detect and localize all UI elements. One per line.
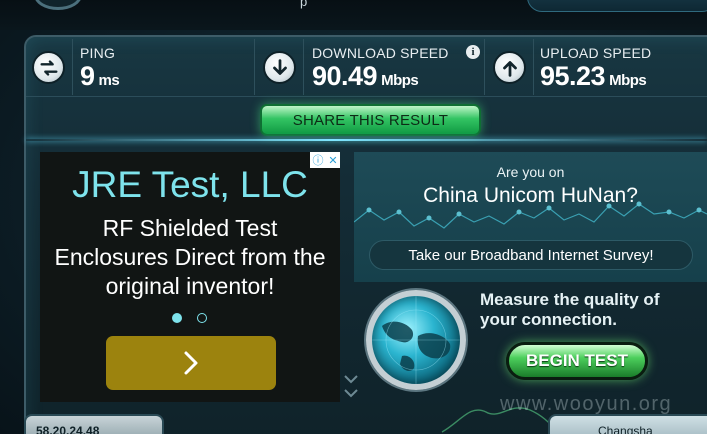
top-nav-pill[interactable] (527, 0, 707, 12)
isp-survey-panel: Are you on China Unicom HuNan? Take our … (354, 152, 707, 282)
survey-question-line1: Are you on (496, 164, 565, 180)
top-header-text: p (300, 0, 308, 9)
ad-body[interactable]: RF Shielded Test Enclosures Direct from … (50, 214, 330, 301)
ad-pagination (172, 312, 212, 324)
pagination-dot-active[interactable] (172, 313, 182, 323)
upload-value: 95.23 Mbps (540, 61, 647, 92)
top-strip: p (0, 0, 707, 30)
globe-icon (366, 290, 466, 390)
download-stat: DOWNLOAD SPEED i 90.49 Mbps (255, 37, 483, 97)
upload-number: 95.23 (540, 61, 606, 91)
share-result-button[interactable]: SHARE THIS RESULT (260, 104, 481, 136)
server-city: Changsha (598, 424, 653, 434)
ad-cta-button[interactable] (106, 336, 276, 390)
upload-label: UPLOAD SPEED (540, 45, 652, 61)
divider (533, 39, 534, 95)
info-icon[interactable]: i (466, 45, 480, 59)
watermark: www.wooyun.org (500, 393, 673, 415)
ping-label: PING (80, 45, 116, 61)
divider (303, 39, 304, 95)
ping-value: 9 ms (80, 61, 120, 92)
adchoices[interactable]: ⓘ ✕ (310, 152, 340, 168)
adchoices-info-icon[interactable]: ⓘ (312, 152, 323, 168)
upload-arrow-icon (493, 51, 526, 84)
adchoices-close-icon[interactable]: ✕ (328, 154, 337, 167)
download-unit: Mbps (381, 72, 419, 89)
ping-unit: ms (98, 72, 120, 89)
speedtest-logo[interactable] (34, 0, 82, 10)
ping-stat: PING 9 ms (26, 37, 254, 97)
download-arrow-icon (263, 51, 296, 84)
upload-unit: Mbps (609, 72, 647, 89)
advertisement[interactable]: JRE Test, LLC RF Shielded Test Enclosure… (40, 152, 340, 402)
take-survey-button[interactable]: Take our Broadband Internet Survey! (369, 240, 693, 270)
ad-title[interactable]: JRE Test, LLC (40, 164, 340, 206)
measure-quality-text: Measure the quality of your connection. (480, 290, 660, 329)
download-value: 90.49 Mbps (312, 61, 419, 92)
ip-address: 58.20.24.48 (36, 424, 100, 434)
glow-divider (26, 139, 707, 141)
pagination-dot[interactable] (197, 313, 207, 323)
ping-arrows-icon (32, 51, 65, 84)
download-label: DOWNLOAD SPEED (312, 45, 449, 61)
stats-row: PING 9 ms DOWNLOAD SPEED i 90.49 Mbps UPLO… (26, 37, 707, 97)
download-number: 90.49 (312, 61, 378, 91)
begin-test-button[interactable]: BEGIN TEST (506, 342, 648, 380)
divider (72, 39, 73, 95)
chevron-right-icon (184, 351, 198, 375)
measure-quality-panel: Measure the quality of your connection. … (354, 282, 707, 402)
ping-number: 9 (80, 61, 95, 91)
survey-question-isp: China Unicom HuNan? (423, 184, 638, 207)
upload-stat: UPLOAD SPEED 95.23 Mbps (485, 37, 707, 97)
chevron-down-icon (344, 375, 358, 398)
